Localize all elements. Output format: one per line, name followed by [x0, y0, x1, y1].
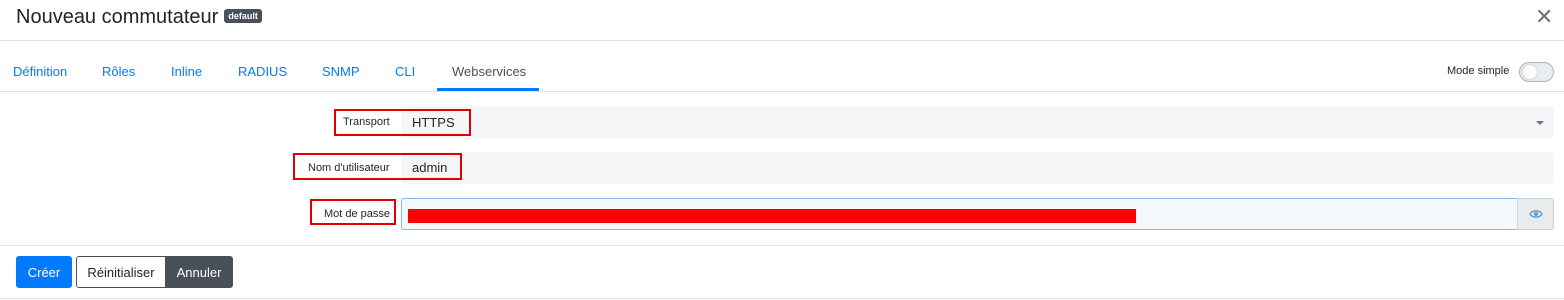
cancel-button[interactable]: Annuler [165, 256, 233, 288]
password-label: Mot de passe [324, 208, 391, 220]
username-label: Nom d'utilisateur [308, 162, 390, 174]
tab-roles[interactable]: Rôles [102, 64, 135, 79]
mode-simple-toggle[interactable] [1519, 62, 1554, 82]
username-field[interactable] [401, 152, 1554, 184]
tab-cli[interactable]: CLI [395, 64, 415, 79]
tab-definition[interactable]: Définition [13, 64, 67, 79]
page-title-text: Nouveau commutateur [16, 6, 219, 28]
page-title: Nouveau commutateur default [16, 6, 262, 29]
default-badge: default [224, 8, 262, 23]
transport-label: Transport [343, 116, 390, 128]
tab-webservices[interactable]: Webservices [452, 64, 526, 79]
reset-button[interactable]: Réinitialiser [76, 256, 166, 288]
reveal-password-button[interactable] [1517, 198, 1554, 230]
close-icon[interactable]: ✕ [1535, 4, 1553, 30]
chevron-down-icon[interactable] [1536, 121, 1544, 125]
transport-value: HTTPS [412, 115, 455, 130]
transport-select[interactable] [401, 106, 1554, 138]
bottom-divider [0, 298, 1564, 299]
active-tab-indicator [437, 88, 539, 91]
mode-simple-label: Mode simple [1447, 65, 1510, 77]
tab-inline[interactable]: Inline [171, 64, 202, 79]
tab-radius[interactable]: RADIUS [238, 64, 287, 79]
eye-icon [1529, 210, 1543, 218]
create-button[interactable]: Créer [16, 256, 72, 288]
tab-snmp[interactable]: SNMP [322, 64, 360, 79]
toggle-knob [1523, 65, 1537, 79]
password-redaction [408, 209, 1136, 223]
username-value: admin [412, 160, 448, 175]
modal-header: Nouveau commutateur default ✕ [0, 0, 1564, 41]
tab-bar: Définition Rôles Inline RADIUS SNMP CLI … [0, 41, 1564, 92]
footer-divider [0, 245, 1564, 246]
